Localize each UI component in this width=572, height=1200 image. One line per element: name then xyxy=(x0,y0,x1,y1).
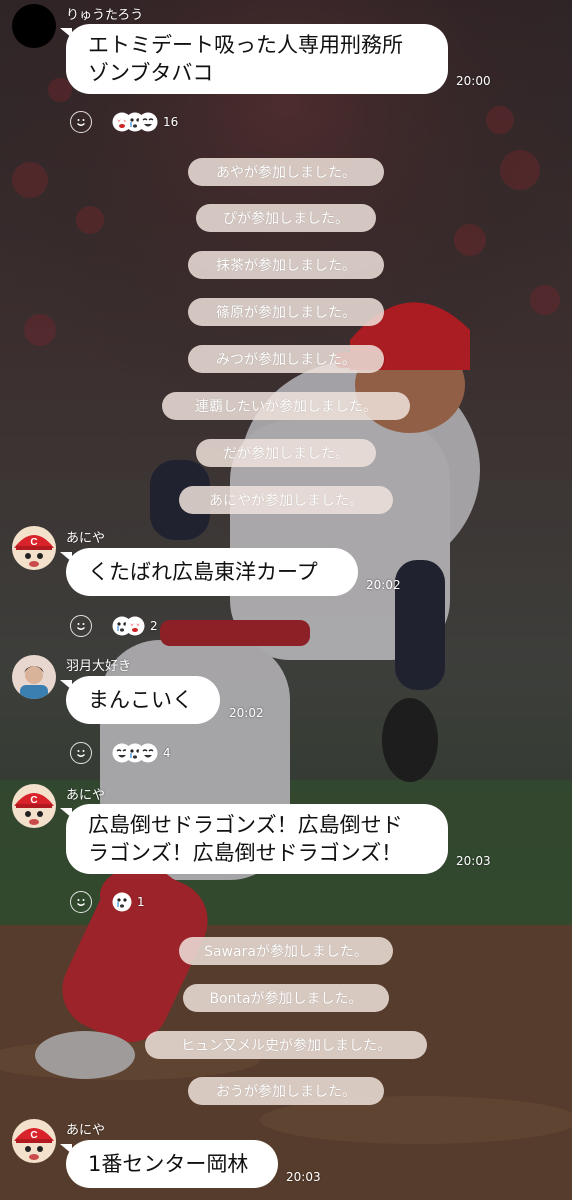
reaction-summary[interactable]: 4 xyxy=(112,743,171,763)
smiley-outline-icon[interactable] xyxy=(70,891,92,913)
avatar[interactable] xyxy=(12,4,56,48)
heart-eyes-sticker-icon xyxy=(125,616,145,636)
system-notice: 篠原が参加しました。 xyxy=(188,298,384,326)
message-bubble[interactable]: 1番センター岡林 xyxy=(60,1140,278,1188)
reaction-summary[interactable]: 16 xyxy=(112,112,178,132)
system-notice: あやが参加しました。 xyxy=(188,158,384,186)
reaction-count: 1 xyxy=(137,895,145,909)
reaction-summary[interactable]: 1 xyxy=(112,892,145,912)
message-text: 広島倒せドラゴンズ！広島倒せド ラゴンズ！広島倒せドラゴンズ！ xyxy=(88,813,403,865)
sender-name: あにや xyxy=(66,1123,106,1138)
message-text: まんこいく xyxy=(88,688,193,712)
system-notice: ぴが参加しました。 xyxy=(196,204,376,232)
chat-timeline: りゅうたろう エトミデート吸った人専用刑務所 ゾンブタバコ 20:00 16 あ… xyxy=(0,0,572,1200)
avatar[interactable]: C xyxy=(12,526,56,570)
smiley-outline-icon[interactable] xyxy=(70,111,92,133)
laughing-face-sticker-icon xyxy=(138,743,158,763)
message-time: 20:02 xyxy=(366,578,401,592)
smiley-outline-icon[interactable] xyxy=(70,742,92,764)
system-notice: みつが参加しました。 xyxy=(188,345,384,373)
sender-name: りゅうたろう xyxy=(66,8,144,23)
avatar[interactable]: C xyxy=(12,1119,56,1163)
system-notice: ヒュン又メル史が参加しました。 xyxy=(145,1031,427,1059)
avatar[interactable] xyxy=(12,655,56,699)
system-notice: Bontaが参加しました。 xyxy=(183,984,389,1012)
sender-name: あにや xyxy=(66,788,106,803)
message-time: 20:00 xyxy=(456,74,491,88)
message-text: エトミデート吸った人専用刑務所 ゾンブタバコ xyxy=(88,33,403,85)
system-notice: おうが参加しました。 xyxy=(188,1077,384,1105)
message-time: 20:03 xyxy=(456,854,491,868)
message-text: くたばれ広島東洋カープ xyxy=(88,560,318,584)
tear-face-sticker-icon xyxy=(112,892,132,912)
message-bubble[interactable]: エトミデート吸った人専用刑務所 ゾンブタバコ xyxy=(60,24,448,94)
message-time: 20:03 xyxy=(286,1170,321,1184)
reaction-count: 16 xyxy=(163,115,179,129)
system-notice: だが参加しました。 xyxy=(196,439,376,467)
message-time: 20:02 xyxy=(229,706,264,720)
reaction-summary[interactable]: 2 xyxy=(112,616,158,636)
system-notice: Sawaraが参加しました。 xyxy=(179,937,393,965)
smiley-outline-icon[interactable] xyxy=(70,615,92,637)
avatar[interactable]: C xyxy=(12,784,56,828)
reaction-count: 2 xyxy=(150,619,158,633)
message-bubble[interactable]: 広島倒せドラゴンズ！広島倒せド ラゴンズ！広島倒せドラゴンズ！ xyxy=(60,804,448,874)
system-notice: あにやが参加しました。 xyxy=(179,486,393,514)
system-notice: 抹茶が参加しました。 xyxy=(188,251,384,279)
message-bubble[interactable]: くたばれ広島東洋カープ xyxy=(60,548,358,596)
sender-name: あにや xyxy=(66,531,106,546)
reaction-count: 4 xyxy=(163,746,171,760)
laughing-face-sticker-icon xyxy=(138,112,158,132)
message-text: 1番センター岡林 xyxy=(88,1152,249,1176)
system-notice: 連覇したいが参加しました。 xyxy=(162,392,410,420)
message-bubble[interactable]: まんこいく xyxy=(60,676,220,724)
sender-name: 羽月大好き xyxy=(66,659,132,674)
